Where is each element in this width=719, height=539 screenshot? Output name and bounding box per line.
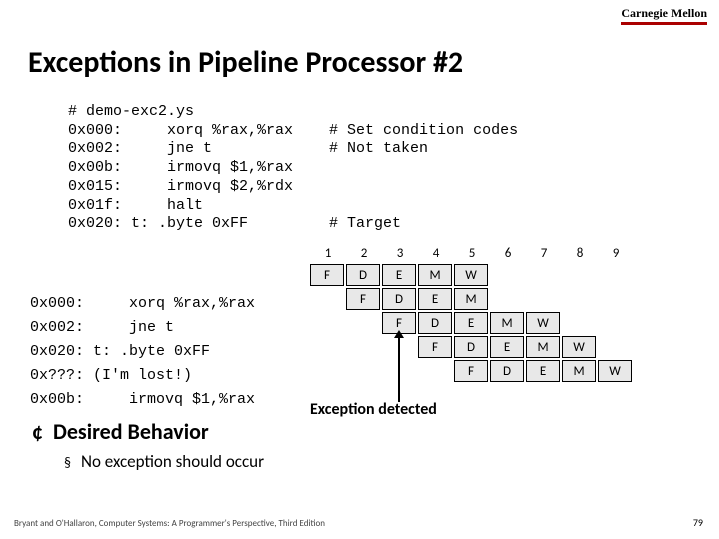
stage-cell: W (454, 264, 488, 286)
behavior-item-row: § No exception should occur (64, 451, 264, 472)
square-bullet-icon: § (64, 454, 71, 471)
trace-line: 0x020: t: .byte 0xFF (30, 343, 210, 360)
stage-cell: W (562, 336, 596, 358)
brand-underline (621, 22, 707, 25)
stage-cell: E (418, 288, 452, 310)
stage-cell: M (526, 336, 560, 358)
code-line: 0x000: xorq %rax,%rax # Set condition co… (68, 122, 518, 139)
brand-block: Carnegie Mellon (621, 6, 707, 25)
cycle-num: 2 (346, 246, 382, 261)
stage-cell: F (346, 288, 380, 310)
behavior-heading: Desired Behavior (53, 418, 209, 445)
stage-cell: W (598, 360, 632, 382)
brand-text: Carnegie Mellon (621, 6, 707, 20)
code-line: 0x00b: irmovq $1,%rax (68, 159, 293, 176)
stage-cell: E (382, 264, 416, 286)
stage-cell: D (418, 312, 452, 334)
behavior-heading-row: ¢ Desired Behavior (32, 418, 264, 445)
trace-line: 0x00b: irmovq $1,%rax (30, 391, 255, 408)
footer-citation: Bryant and O'Hallaron, Computer Systems:… (14, 518, 325, 529)
behavior-item: No exception should occur (81, 451, 264, 472)
exception-label: Exception detected (310, 400, 437, 419)
stage-cell: D (454, 336, 488, 358)
trace-line: 0x???: (I'm lost!) (30, 367, 192, 384)
stage-cell: D (382, 288, 416, 310)
exception-arrow (398, 336, 400, 402)
trace-line: 0x002: jne t (30, 319, 174, 336)
page-number: 79 (693, 516, 703, 529)
trace-line: 0x000: xorq %rax,%rax (30, 295, 255, 312)
code-line: # demo-exc2.ys (68, 103, 194, 120)
stage-cell: W (526, 312, 560, 334)
cycle-num: 7 (526, 246, 562, 261)
cycle-header: 1 2 3 4 5 6 7 8 9 (310, 246, 634, 261)
code-line: 0x002: jne t # Not taken (68, 140, 428, 157)
stage-cell: D (490, 360, 524, 382)
stage-cell: E (490, 336, 524, 358)
stage-cell: M (418, 264, 452, 286)
bullet-icon: ¢ (32, 418, 43, 445)
cycle-num: 5 (454, 246, 490, 261)
cycle-num: 4 (418, 246, 454, 261)
page-title: Exceptions in Pipeline Processor #2 (28, 44, 463, 81)
stage-cell: M (562, 360, 596, 382)
stage-cell: M (490, 312, 524, 334)
trace-listing: 0x000: xorq %rax,%rax 0x002: jne t 0x020… (30, 268, 255, 412)
behavior-section: ¢ Desired Behavior § No exception should… (32, 418, 264, 472)
cycle-num: 3 (382, 246, 418, 261)
stage-cell: F (454, 360, 488, 382)
code-line: 0x01f: halt (68, 197, 203, 214)
stage-cell: F (418, 336, 452, 358)
stage-cell: D (346, 264, 380, 286)
stage-cell: E (454, 312, 488, 334)
cycle-num: 9 (598, 246, 634, 261)
code-listing: # demo-exc2.ys 0x000: xorq %rax,%rax # S… (68, 84, 518, 234)
cycle-num: 6 (490, 246, 526, 261)
stage-cell: E (526, 360, 560, 382)
cycle-num: 8 (562, 246, 598, 261)
code-line: 0x020: t: .byte 0xFF # Target (68, 215, 401, 232)
cycle-num: 1 (310, 246, 346, 261)
code-line: 0x015: irmovq $2,%rdx (68, 178, 293, 195)
stage-cell: M (454, 288, 488, 310)
stage-cell: F (310, 264, 344, 286)
